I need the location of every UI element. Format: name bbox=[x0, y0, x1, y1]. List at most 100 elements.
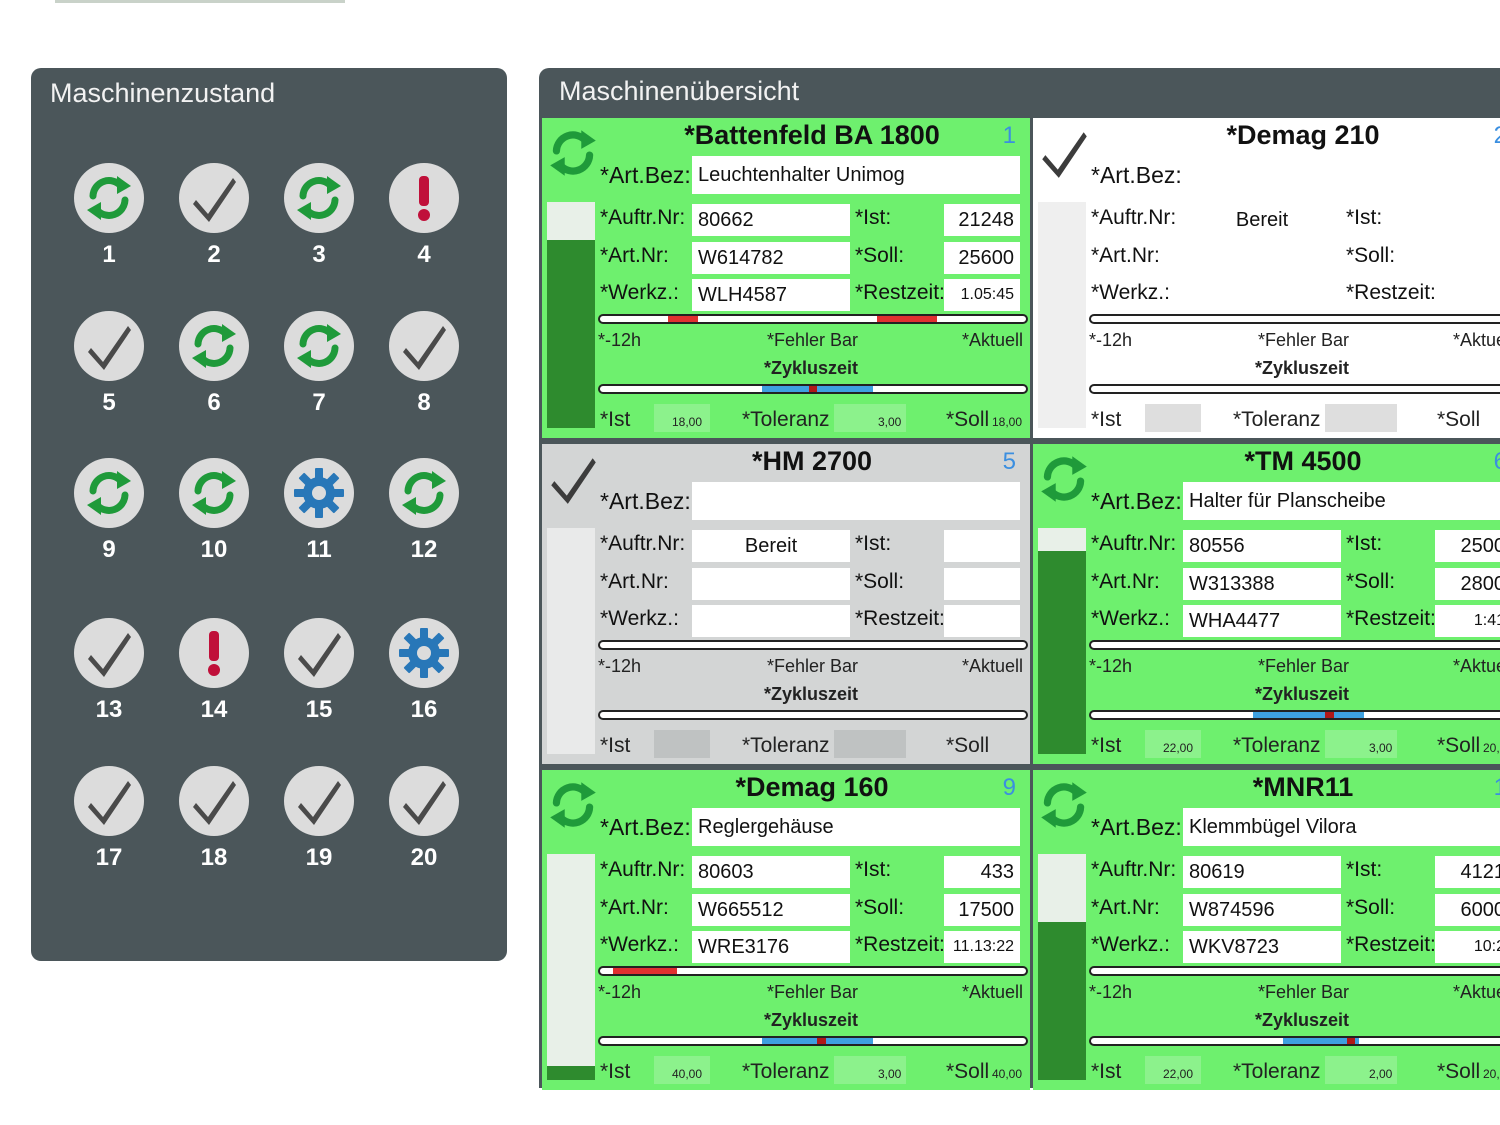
auftr-nr-field[interactable]: Bereit bbox=[692, 530, 850, 562]
machine-state-item[interactable]: 12 bbox=[379, 458, 469, 578]
machine-name: *MNR11 bbox=[1252, 772, 1354, 802]
machine-state-item[interactable]: 11 bbox=[274, 458, 364, 578]
progress-bar bbox=[547, 528, 595, 754]
werkz-field[interactable] bbox=[692, 605, 850, 637]
soll-field[interactable]: 6000 bbox=[1435, 894, 1500, 926]
machine-number: 11 bbox=[306, 536, 332, 563]
progress-bar bbox=[547, 854, 595, 1080]
aktuell-label: *Aktuell bbox=[1453, 982, 1500, 1002]
soll-field[interactable]: 17500 bbox=[944, 894, 1020, 926]
progress-bar bbox=[1038, 202, 1086, 428]
fehler-bar-label: *Fehler Bar bbox=[767, 656, 859, 676]
art-bez-field[interactable]: Halter für Planscheibe bbox=[1183, 482, 1500, 520]
auftr-nr-field[interactable]: 80603 bbox=[692, 856, 850, 888]
restzeit-field[interactable] bbox=[944, 605, 1020, 637]
art-nr-label: *Art.Nr: bbox=[1091, 244, 1160, 267]
machine-card[interactable]: *Battenfeld BA 1800 1 *Art.Bez: Leuchtenhal… bbox=[542, 118, 1030, 438]
machine-card[interactable]: *TM 4500 6 *Art.Bez:Halter für Planscheibe… bbox=[1033, 444, 1500, 764]
minus-12h-label: *-12h bbox=[1089, 656, 1133, 676]
art-bez-field[interactable] bbox=[692, 482, 1020, 520]
gear-icon bbox=[284, 458, 354, 528]
art-bez-field[interactable]: Leuchtenhalter Unimog bbox=[692, 156, 1020, 194]
refresh-icon bbox=[179, 458, 249, 528]
machine-state-item[interactable]: 19 bbox=[274, 766, 364, 886]
machine-number: 10 bbox=[200, 536, 228, 563]
machine-number: 20 bbox=[410, 844, 438, 871]
ist-field[interactable]: 4121 bbox=[1435, 856, 1500, 888]
machine-state-item[interactable]: 3 bbox=[274, 163, 364, 283]
check-icon bbox=[284, 766, 354, 836]
werkz-field[interactable]: WRE3176 bbox=[692, 931, 850, 963]
restzeit-field[interactable]: 1:41 bbox=[1435, 605, 1500, 637]
art-nr-field[interactable] bbox=[1183, 242, 1341, 274]
machine-state-item[interactable]: 15 bbox=[274, 618, 364, 738]
soll-field[interactable] bbox=[944, 568, 1020, 600]
ist-field[interactable] bbox=[944, 530, 1020, 562]
art-nr-field[interactable] bbox=[692, 568, 850, 600]
art-bez-field[interactable]: Klemmbügel Vilora bbox=[1183, 808, 1500, 846]
machine-number: 17 bbox=[95, 844, 123, 871]
soll-field[interactable]: 25600 bbox=[944, 242, 1020, 274]
zykluszeit-segment bbox=[1325, 712, 1334, 718]
werkz-field[interactable]: WHA4477 bbox=[1183, 605, 1341, 637]
zykluszeit-track bbox=[598, 1036, 1028, 1046]
auftr-nr-label: *Auftr.Nr: bbox=[1091, 532, 1177, 555]
werkz-field[interactable] bbox=[1183, 279, 1341, 311]
machine-state-item[interactable]: 17 bbox=[64, 766, 154, 886]
machine-number: 2 bbox=[207, 241, 221, 268]
machine-state-item[interactable]: 16 bbox=[379, 618, 469, 738]
ist-field[interactable]: 21248 bbox=[944, 204, 1020, 236]
zykluszeit-segment bbox=[817, 1038, 826, 1044]
machine-state-item[interactable]: 10 bbox=[169, 458, 259, 578]
auftr-nr-field[interactable]: Bereit bbox=[1183, 204, 1341, 236]
machine-state-item[interactable]: 20 bbox=[379, 766, 469, 886]
fehler-bar-label: *Fehler Bar bbox=[1258, 656, 1350, 676]
machine-card[interactable]: *Demag 160 9 *Art.Bez: Reglergehäuse *Auftr.… bbox=[542, 770, 1030, 1090]
machine-state-item[interactable]: 8 bbox=[379, 311, 469, 431]
restzeit-field[interactable]: 1.05:45 bbox=[944, 279, 1020, 311]
machine-state-item[interactable]: 18 bbox=[169, 766, 259, 886]
werkz-field[interactable]: WKV8723 bbox=[1183, 931, 1341, 963]
ist-field[interactable]: 433 bbox=[944, 856, 1020, 888]
refresh-icon bbox=[179, 311, 249, 381]
ist-field[interactable] bbox=[1435, 204, 1500, 236]
restzeit-field[interactable]: 10:2 bbox=[1435, 931, 1500, 963]
auftr-nr-label: *Auftr.Nr: bbox=[1091, 206, 1177, 229]
machine-state-item[interactable]: 7 bbox=[274, 311, 364, 431]
zykluszeit-label: *Zykluszeit bbox=[764, 358, 859, 378]
machine-card[interactable]: *HM 2700 5 *Art.Bez: *Auftr.Nr: Bereit *Ist: *… bbox=[542, 444, 1030, 764]
soll-label: *Soll bbox=[1437, 408, 1481, 431]
auftr-nr-field[interactable]: 80619 bbox=[1183, 856, 1341, 888]
zykluszeit-label: *Zykluszeit bbox=[1255, 684, 1350, 704]
auftr-nr-field[interactable]: 80662 bbox=[692, 204, 850, 236]
soll-field[interactable]: 2800 bbox=[1435, 568, 1500, 600]
machine-state-item[interactable]: 2 bbox=[169, 163, 259, 283]
refresh-icon bbox=[74, 458, 144, 528]
machine-state-item[interactable]: 6 bbox=[169, 311, 259, 431]
werkz-field[interactable]: WLH4587 bbox=[692, 279, 850, 311]
machine-state-item[interactable]: 1 bbox=[64, 163, 154, 283]
art-bez-field[interactable]: Reglergehäuse bbox=[692, 808, 1020, 846]
machine-state-item[interactable]: 5 bbox=[64, 311, 154, 431]
aktuell-label: *Aktuell bbox=[1453, 656, 1500, 676]
machine-card[interactable]: *Demag 2102*Art.Bez:*Auftr.Nr:Bereit*Ist… bbox=[1033, 118, 1500, 438]
art-bez-field[interactable] bbox=[1183, 156, 1500, 194]
ist-field[interactable]: 2500 bbox=[1435, 530, 1500, 562]
art-nr-field[interactable]: W874596 bbox=[1183, 894, 1341, 926]
machine-state-item[interactable]: 13 bbox=[64, 618, 154, 738]
soll-field[interactable] bbox=[1435, 242, 1500, 274]
art-nr-field[interactable]: W665512 bbox=[692, 894, 850, 926]
art-nr-field[interactable]: W313388 bbox=[1183, 568, 1341, 600]
machine-card[interactable]: *MNR11 1 *Art.Bez:Klemmbügel Vilora *Auftr.… bbox=[1033, 770, 1500, 1090]
art-nr-field[interactable]: W614782 bbox=[692, 242, 850, 274]
machine-state-item[interactable]: 14 bbox=[169, 618, 259, 738]
auftr-nr-field[interactable]: 80556 bbox=[1183, 530, 1341, 562]
restzeit-field[interactable]: 11.13:22 bbox=[944, 931, 1020, 963]
machine-number: 12 bbox=[410, 536, 438, 563]
werkz-label: *Werkz.: bbox=[600, 933, 679, 956]
aktuell-label: *Aktuell bbox=[1453, 330, 1500, 350]
restzeit-field[interactable] bbox=[1435, 279, 1500, 311]
machine-state-item[interactable]: 9 bbox=[64, 458, 154, 578]
refresh-icon bbox=[1035, 776, 1093, 834]
machine-state-item[interactable]: 4 bbox=[379, 163, 469, 283]
